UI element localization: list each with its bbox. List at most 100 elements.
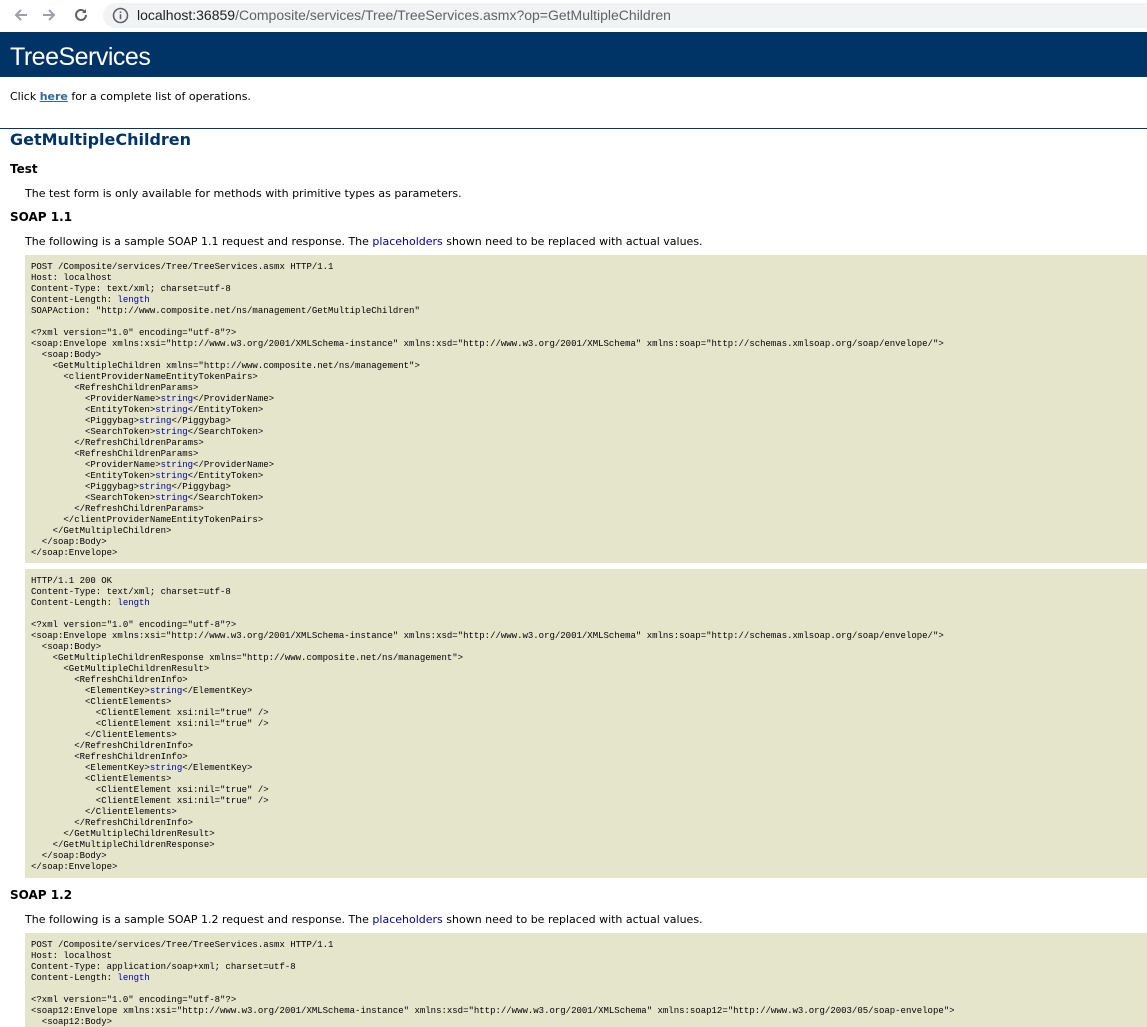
code-line: <soap12:Envelope xmlns:xsi="http://www.w… bbox=[31, 1006, 955, 1016]
url-host: localhost:36859 bbox=[137, 7, 236, 23]
reload-icon bbox=[75, 8, 87, 21]
code-line: <?xml version="1.0" encoding="utf-8"?> bbox=[31, 328, 237, 338]
code-line: POST /Composite/services/Tree/TreeServic… bbox=[31, 262, 334, 272]
placeholder-value: string bbox=[149, 686, 183, 696]
divider bbox=[0, 128, 1147, 129]
code-line: <SearchToken>string</SearchToken> bbox=[31, 493, 264, 503]
code-line: <ClientElements> bbox=[31, 697, 172, 707]
code-line: <ElementKey>string</ElementKey> bbox=[31, 763, 253, 773]
placeholder-value: length bbox=[117, 973, 150, 983]
code-line: SOAPAction: "http://www.composite.net/ns… bbox=[31, 306, 420, 316]
soap12-desc-suffix: shown need to be replaced with actual va… bbox=[442, 913, 703, 926]
placeholder-value: string bbox=[149, 763, 183, 773]
code-line: </RefreshChildrenInfo> bbox=[31, 741, 194, 751]
soap12-request-code: POST /Composite/services/Tree/TreeServic… bbox=[25, 933, 1147, 1027]
soap11-desc-prefix: The following is a sample SOAP 1.1 reque… bbox=[25, 235, 373, 248]
placeholders-term: placeholders bbox=[372, 913, 443, 926]
code-line: <ClientElement xsi:nil="true" /> bbox=[31, 708, 269, 718]
code-line: </soap:Body> bbox=[31, 851, 107, 861]
forward-arrow-icon bbox=[43, 9, 56, 21]
code-line: <soap:Body> bbox=[31, 642, 102, 652]
back-button[interactable] bbox=[9, 4, 33, 26]
code-line: <ClientElement xsi:nil="true" /> bbox=[31, 719, 269, 729]
code-line: Content-Length: length bbox=[31, 598, 150, 608]
code-line: </GetMultipleChildrenResponse> bbox=[31, 840, 215, 850]
soap11-request-code: POST /Composite/services/Tree/TreeServic… bbox=[25, 255, 1147, 563]
operation-title: GetMultipleChildren bbox=[10, 130, 192, 149]
code-line: HTTP/1.1 200 OK bbox=[31, 576, 113, 586]
code-line: <SearchToken>string</SearchToken> bbox=[31, 427, 264, 437]
code-line: <soap:Body> bbox=[31, 350, 102, 360]
placeholders-term: placeholders bbox=[372, 235, 443, 248]
code-line: Content-Length: length bbox=[31, 973, 150, 983]
code-line: Content-Type: text/xml; charset=utf-8 bbox=[31, 284, 231, 294]
forward-button[interactable] bbox=[37, 4, 61, 26]
code-line: <soap:Envelope xmlns:xsi="http://www.w3.… bbox=[31, 339, 944, 349]
placeholder-value: string bbox=[139, 482, 172, 492]
code-line: Host: localhost bbox=[31, 951, 113, 961]
back-arrow-icon bbox=[14, 9, 27, 21]
code-line: <ClientElement xsi:nil="true" /> bbox=[31, 785, 269, 795]
info-icon[interactable] bbox=[112, 7, 129, 24]
soap12-description: The following is a sample SOAP 1.2 reque… bbox=[25, 913, 703, 926]
code-line: </GetMultipleChildren> bbox=[31, 526, 172, 536]
code-line: </soap:Body> bbox=[31, 537, 107, 547]
code-line: <ElementKey>string</ElementKey> bbox=[31, 686, 253, 696]
code-line: <ProviderName>string</ProviderName> bbox=[31, 460, 275, 470]
code-line: </soap:Envelope> bbox=[31, 862, 118, 872]
code-line: Content-Type: text/xml; charset=utf-8 bbox=[31, 587, 231, 597]
intro-suffix: for a complete list of operations. bbox=[67, 90, 251, 103]
placeholder-value: string bbox=[155, 493, 188, 503]
code-line: POST /Composite/services/Tree/TreeServic… bbox=[31, 940, 334, 950]
code-line: <clientProviderNameEntityTokenPairs> bbox=[31, 372, 258, 382]
code-line: <RefreshChildrenInfo> bbox=[31, 752, 188, 762]
test-text: The test form is only available for meth… bbox=[25, 187, 462, 200]
code-line: <?xml version="1.0" encoding="utf-8"?> bbox=[31, 995, 237, 1005]
browser-toolbar: localhost:36859/Composite/services/Tree/… bbox=[0, 0, 1147, 32]
intro-text: Click here for a complete list of operat… bbox=[10, 90, 251, 103]
url-path: /Composite/services/Tree/TreeServices.as… bbox=[235, 7, 671, 23]
code-line: </soap:Envelope> bbox=[31, 548, 118, 558]
soap11-response-sample: HTTP/1.1 200 OK Content-Type: text/xml; … bbox=[25, 569, 1147, 878]
code-line: </ClientElements> bbox=[31, 730, 177, 740]
soap11-request-sample: POST /Composite/services/Tree/TreeServic… bbox=[25, 255, 1147, 563]
test-heading: Test bbox=[10, 162, 38, 176]
code-line: </clientProviderNameEntityTokenPairs> bbox=[31, 515, 264, 525]
soap11-description: The following is a sample SOAP 1.1 reque… bbox=[25, 235, 703, 248]
code-line: </RefreshChildrenInfo> bbox=[31, 818, 194, 828]
code-line: Content-Length: length bbox=[31, 295, 150, 305]
code-line: <EntityToken>string</EntityToken> bbox=[31, 471, 264, 481]
code-line: <RefreshChildrenParams> bbox=[31, 449, 199, 459]
soap12-desc-prefix: The following is a sample SOAP 1.2 reque… bbox=[25, 913, 373, 926]
code-line: </RefreshChildrenParams> bbox=[31, 438, 204, 448]
code-line: <GetMultipleChildrenResult> bbox=[31, 664, 210, 674]
address-bar[interactable]: localhost:36859/Composite/services/Tree/… bbox=[103, 3, 1147, 28]
code-line: <EntityToken>string</EntityToken> bbox=[31, 405, 264, 415]
code-line: <RefreshChildrenInfo> bbox=[31, 675, 188, 685]
placeholder-value: string bbox=[160, 460, 194, 470]
code-line: </ClientElements> bbox=[31, 807, 177, 817]
placeholder-value: length bbox=[117, 295, 150, 305]
soap11-desc-suffix: shown need to be replaced with actual va… bbox=[442, 235, 703, 248]
code-line: <ProviderName>string</ProviderName> bbox=[31, 394, 275, 404]
soap11-response-code: HTTP/1.1 200 OK Content-Type: text/xml; … bbox=[25, 569, 1147, 878]
service-title: TreeServices bbox=[10, 43, 151, 71]
code-line: <Piggybag>string</Piggybag> bbox=[31, 482, 231, 492]
code-line: <soap:Envelope xmlns:xsi="http://www.w3.… bbox=[31, 631, 944, 641]
placeholder-value: string bbox=[139, 416, 172, 426]
code-line: <ClientElement xsi:nil="true" /> bbox=[31, 796, 269, 806]
code-line: <ClientElements> bbox=[31, 774, 172, 784]
placeholder-value: string bbox=[160, 394, 194, 404]
soap12-heading: SOAP 1.2 bbox=[10, 888, 73, 902]
url-text[interactable]: localhost:36859/Composite/services/Tree/… bbox=[137, 7, 671, 23]
reload-button[interactable] bbox=[69, 4, 93, 26]
code-line: <soap12:Body> bbox=[31, 1017, 113, 1027]
code-line: </GetMultipleChildrenResult> bbox=[31, 829, 215, 839]
code-line: <Piggybag>string</Piggybag> bbox=[31, 416, 231, 426]
service-banner: TreeServices bbox=[0, 32, 1147, 77]
operations-list-link[interactable]: here bbox=[40, 90, 68, 103]
code-line: <?xml version="1.0" encoding="utf-8"?> bbox=[31, 620, 237, 630]
code-line: <GetMultipleChildren xmlns="http://www.c… bbox=[31, 361, 420, 371]
intro-prefix: Click bbox=[10, 90, 40, 103]
code-line: <RefreshChildrenParams> bbox=[31, 383, 199, 393]
